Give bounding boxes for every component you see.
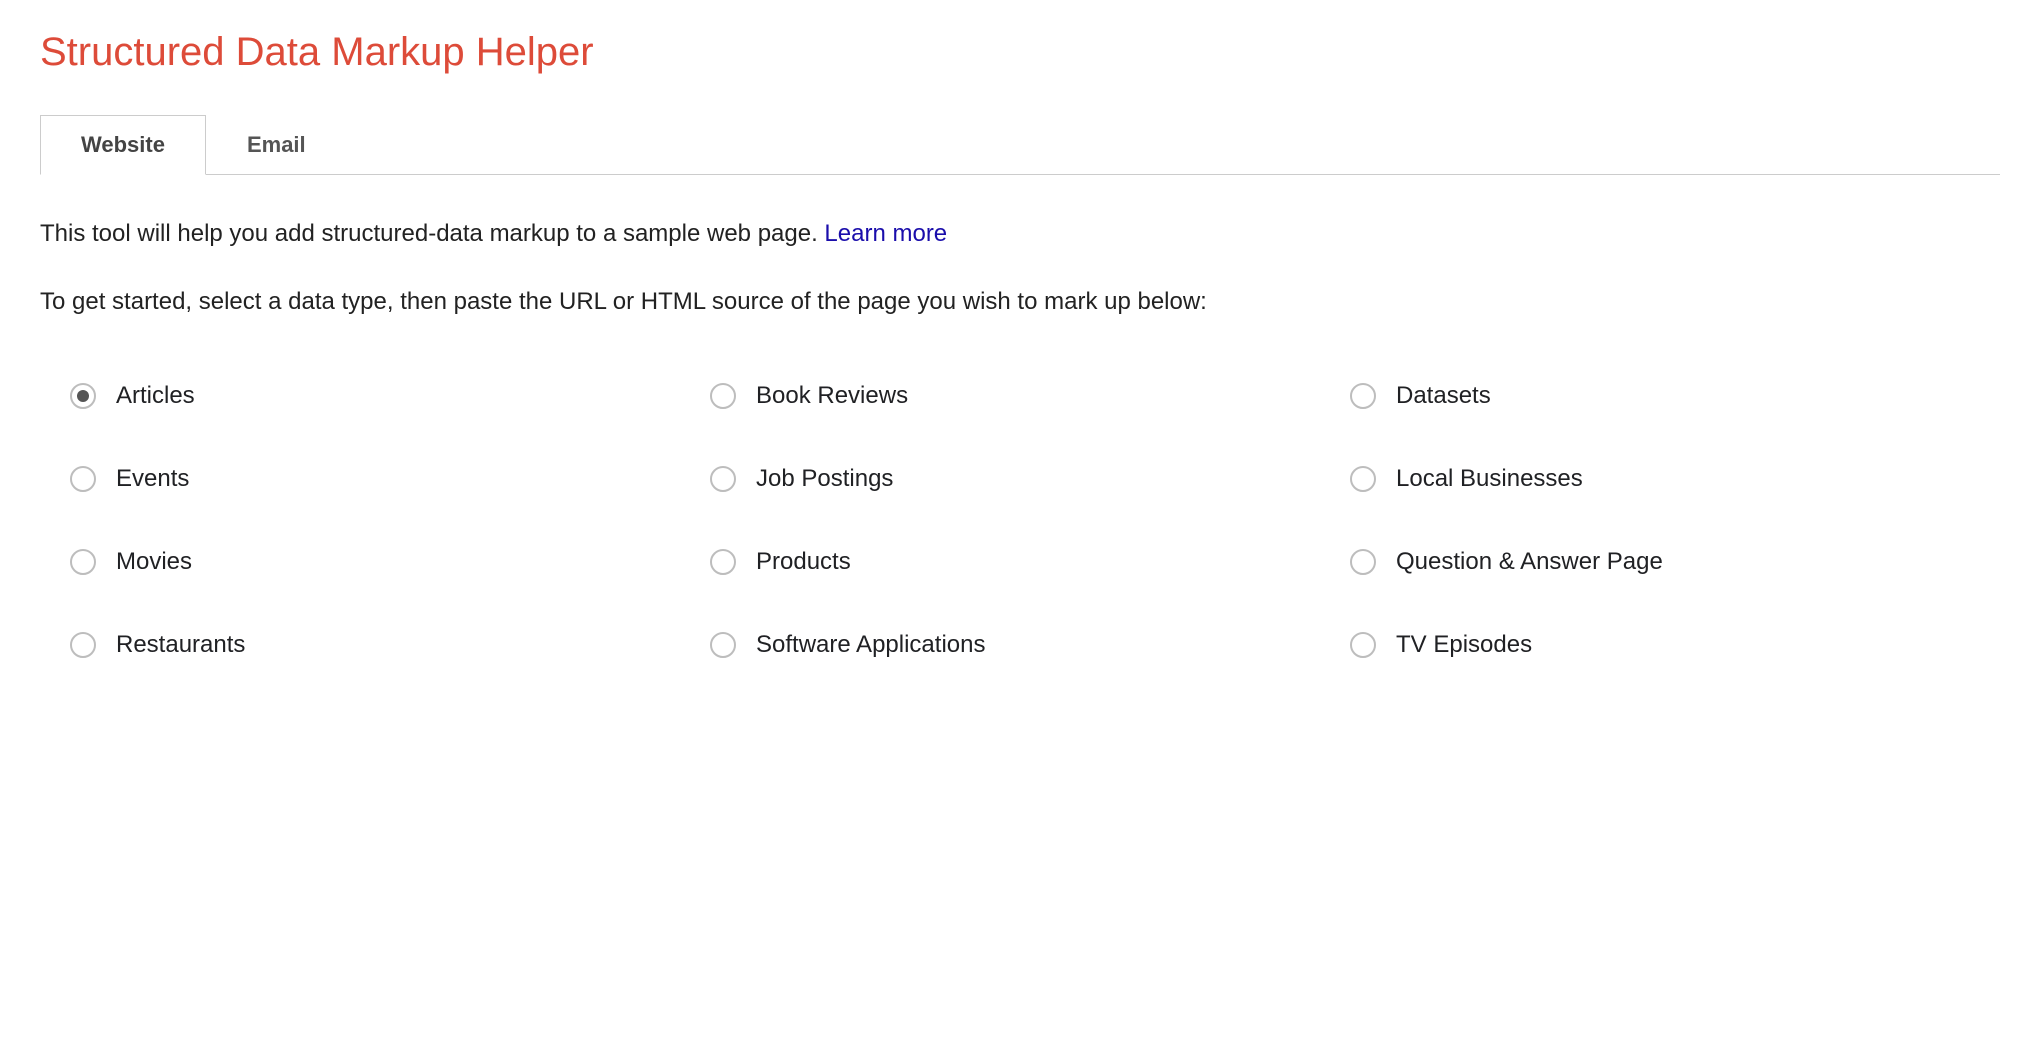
option-question-answer-page[interactable]: Question & Answer Page [1350,548,1970,576]
radio-icon [710,632,736,658]
option-label: Restaurants [116,631,245,659]
option-label: Local Businesses [1396,465,1583,493]
radio-icon [70,549,96,575]
intro-line-1-text: This tool will help you add structured-d… [40,220,824,247]
radio-icon [710,383,736,409]
radio-icon [70,383,96,409]
option-events[interactable]: Events [70,465,690,493]
option-label: Software Applications [756,631,985,659]
option-tv-episodes[interactable]: TV Episodes [1350,631,1970,659]
tab-website[interactable]: Website [40,115,206,175]
tab-email[interactable]: Email [206,115,347,174]
option-label: Question & Answer Page [1396,548,1663,576]
option-job-postings[interactable]: Job Postings [710,465,1330,493]
option-datasets[interactable]: Datasets [1350,382,1970,410]
intro-line-1: This tool will help you add structured-d… [40,215,2000,253]
option-products[interactable]: Products [710,548,1330,576]
learn-more-link[interactable]: Learn more [824,220,947,247]
option-label: Movies [116,548,192,576]
option-local-businesses[interactable]: Local Businesses [1350,465,1970,493]
radio-icon [1350,466,1376,492]
data-type-options: Articles Book Reviews Datasets Events Jo… [40,352,2000,659]
option-label: Articles [116,382,195,410]
option-label: Job Postings [756,465,893,493]
option-label: Datasets [1396,382,1491,410]
radio-icon [1350,383,1376,409]
option-label: Book Reviews [756,382,908,410]
option-book-reviews[interactable]: Book Reviews [710,382,1330,410]
tabs-container: Website Email [40,115,2000,175]
option-label: TV Episodes [1396,631,1532,659]
radio-icon [710,466,736,492]
radio-icon [70,466,96,492]
radio-icon [1350,549,1376,575]
intro-text: This tool will help you add structured-d… [40,215,2000,322]
option-articles[interactable]: Articles [70,382,690,410]
option-movies[interactable]: Movies [70,548,690,576]
radio-icon [70,632,96,658]
radio-icon [1350,632,1376,658]
option-software-applications[interactable]: Software Applications [710,631,1330,659]
option-label: Events [116,465,189,493]
option-restaurants[interactable]: Restaurants [70,631,690,659]
page-title: Structured Data Markup Helper [40,30,2000,75]
option-label: Products [756,548,851,576]
radio-icon [710,549,736,575]
intro-line-2: To get started, select a data type, then… [40,283,2000,321]
